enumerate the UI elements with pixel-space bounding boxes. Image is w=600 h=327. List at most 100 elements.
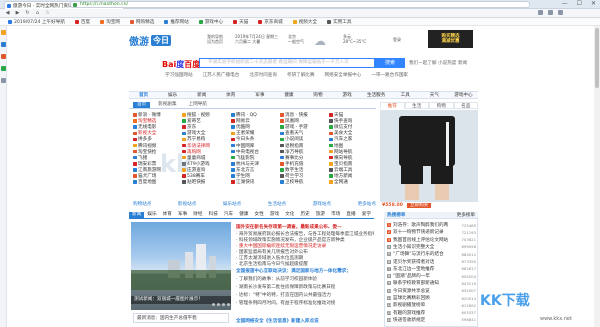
scrollbar-thumb[interactable]: [595, 28, 599, 88]
download-icon[interactable]: [538, 10, 543, 15]
news-tab[interactable]: 科技: [206, 212, 221, 218]
maximize-button[interactable]: ☐: [577, 0, 582, 7]
hot-link[interactable]: 江苏人民广播电台: [203, 72, 240, 78]
ranking-item[interactable]: 14 快递签收新规定 598841: [387, 317, 476, 323]
nav-item[interactable]: 购物: [303, 92, 332, 98]
ranking-item[interactable]: 12 影视剧播放榜单 611892: [387, 302, 476, 308]
news-tab[interactable]: 健康: [236, 212, 251, 218]
nav-item[interactable]: 生活服务: [362, 92, 391, 98]
forward-icon[interactable]: ▶: [14, 10, 21, 17]
history-panel-icon[interactable]: [1, 42, 6, 47]
bookmark-item[interactable]: 网购精选: [129, 19, 154, 25]
home-icon[interactable]: ⌂: [34, 10, 41, 17]
news-tab[interactable]: 娱乐: [144, 212, 159, 218]
notes-panel-icon[interactable]: [1, 54, 6, 59]
nav-item[interactable]: 工具: [391, 92, 420, 98]
ad-tab[interactable]: 生活: [404, 102, 429, 109]
news-tab[interactable]: 财经: [190, 212, 205, 218]
favorites-panel-icon[interactable]: [1, 30, 6, 35]
header-ad-banner[interactable]: 购买精选 满减优惠: [428, 30, 473, 48]
ranking-item[interactable]: 9 联系学校教育部新通知 643119: [387, 280, 476, 286]
ranking-item[interactable]: 7 东北江边一宝地推荐 662817: [387, 266, 476, 272]
ad-tab[interactable]: 推荐: [380, 102, 405, 109]
favorite-star-icon[interactable]: ☆: [44, 10, 51, 17]
ranking-item[interactable]: 3 我国首创线上评估论文网站 703621: [387, 237, 476, 243]
menu-icon[interactable]: [558, 10, 563, 15]
refresh-icon[interactable]: ↻: [24, 10, 31, 17]
nav-item[interactable]: 游戏: [333, 92, 362, 98]
news-line[interactable]: · 达标：“特”中的特，打造在国内公共最强活力: [236, 292, 374, 298]
nav-item[interactable]: 首页: [129, 92, 158, 98]
ranking-item[interactable]: 1 刘浩存：歌声陶醉我们的两 725485: [387, 222, 476, 228]
my-navigation-links[interactable]: 我的导航 设为首页: [207, 34, 223, 44]
nav-item[interactable]: 健康: [274, 92, 303, 98]
news-tab[interactable]: 军事: [175, 212, 190, 218]
download-panel-icon[interactable]: [1, 66, 6, 71]
site-logo[interactable]: 傲游 今日: [129, 32, 189, 48]
extension-icon[interactable]: [548, 10, 553, 15]
ranking-item[interactable]: 13 有趣的游戏推荐 605337: [387, 310, 476, 316]
grid-footer-link[interactable]: 生活站点: [268, 201, 286, 207]
hot-query-link[interactable]: 我们一起了解 小说热度 新闻: [409, 60, 467, 66]
bookmark-item[interactable]: 京东商城: [258, 19, 283, 25]
site-link[interactable]: 全网通: [329, 179, 376, 185]
headline-tertiary[interactable]: 全国网络安全《生活信息》新建入库点说: [236, 318, 319, 324]
hot-link[interactable]: 考研了解比赛: [287, 72, 315, 78]
news-tab[interactable]: 文化: [282, 212, 297, 218]
bookmark-item[interactable]: 2019/07/24 上午好导航: [8, 19, 65, 25]
news-bottom-link[interactable]: 最新消息：国内生产总值平稳: [133, 313, 229, 323]
news-line[interactable]: · 湖南长沙发布第二批住房保障新政策与比赛日程: [236, 284, 374, 290]
bookmark-item[interactable]: 游戏中心: [198, 19, 223, 25]
section-tab[interactable]: 上网导航: [185, 102, 211, 108]
close-window-button[interactable]: ✕: [591, 0, 596, 7]
nav-item[interactable]: 体育: [216, 92, 245, 98]
news-tab[interactable]: 体育: [160, 212, 175, 218]
baidu-logo[interactable]: Bai度百度: [162, 59, 200, 70]
nav-item[interactable]: 游戏中心: [449, 92, 478, 98]
search-button[interactable]: 搜索: [375, 58, 405, 68]
ad-tab[interactable]: 名品: [453, 102, 478, 109]
site-link[interactable]: 江湖快讯: [231, 179, 278, 185]
news-tab[interactable]: 旅游: [313, 212, 328, 218]
bookmark-item[interactable]: 淘宝网: [100, 19, 120, 25]
hot-link[interactable]: 学习强国网站: [165, 72, 193, 78]
ranking-more-link[interactable]: 更多榜单: [457, 212, 475, 218]
news-line[interactable]: · 了解我们的故事：从前学习校园新体验: [236, 276, 374, 282]
hot-link[interactable]: 北京时间查询: [249, 72, 277, 78]
hot-link[interactable]: 网络安全举报中心: [325, 72, 362, 78]
news-tab[interactable]: 爱学: [359, 212, 374, 218]
section-tab[interactable]: 影视剧集: [154, 102, 180, 108]
buy-button[interactable]: 立即购买: [406, 203, 432, 208]
ranking-item[interactable]: 2 双十一购物节快递新记录 721193: [387, 229, 476, 235]
grid-footer-link[interactable]: 购物站点: [133, 201, 151, 207]
search-input[interactable]: 平湖实验学校组织第二十次志愿者 春运期间 保障运输低于一千万人次: [199, 58, 375, 68]
ranking-item[interactable]: 10 今日资源共享总览 632007: [387, 288, 476, 294]
grid-footer-link[interactable]: 游戏站点: [313, 201, 331, 207]
grid-footer-link[interactable]: 影视站点: [178, 201, 196, 207]
news-line[interactable]: · 管理条例四月时间，有益于程序标准化推动对接: [236, 300, 374, 306]
site-link[interactable]: 贴吧快报: [182, 179, 229, 185]
news-tab[interactable]: 游戏: [267, 212, 282, 218]
site-link[interactable]: 百度地图: [133, 179, 180, 185]
section-tab[interactable]: 首页: [133, 102, 151, 108]
nav-item[interactable]: 天气: [420, 92, 449, 98]
ranking-item[interactable]: 4 生活小知识完整大全 699058: [387, 244, 476, 250]
address-input[interactable]: https://i.maxthon.cn/: [70, 1, 530, 8]
carousel-dot[interactable]: [217, 303, 220, 306]
news-tab[interactable]: 新闻: [129, 212, 145, 218]
news-tab[interactable]: 直播: [343, 212, 358, 218]
ranking-item[interactable]: 5 “广场舞”与流行乐的结合 684012: [387, 251, 476, 257]
bookmark-item[interactable]: 实用工具: [327, 19, 351, 25]
ranking-item[interactable]: 6 诺贝尔奖获得者对话 673390: [387, 259, 476, 265]
carousel-dot[interactable]: [222, 303, 225, 306]
news-tab[interactable]: 汽车: [221, 212, 236, 218]
carousel-dot[interactable]: [212, 303, 215, 306]
nav-item[interactable]: 军事: [245, 92, 274, 98]
grid-footer-link[interactable]: 娱乐站点: [223, 201, 241, 207]
ranking-item[interactable]: 11 篮球比赛精彩回顾 620514: [387, 295, 476, 301]
back-icon[interactable]: ◀: [4, 10, 11, 17]
news-tab[interactable]: 女性: [252, 212, 267, 218]
news-tab[interactable]: 市场: [328, 212, 343, 218]
nav-item[interactable]: 新闻: [187, 92, 216, 98]
news-tab[interactable]: 历史: [297, 212, 312, 218]
